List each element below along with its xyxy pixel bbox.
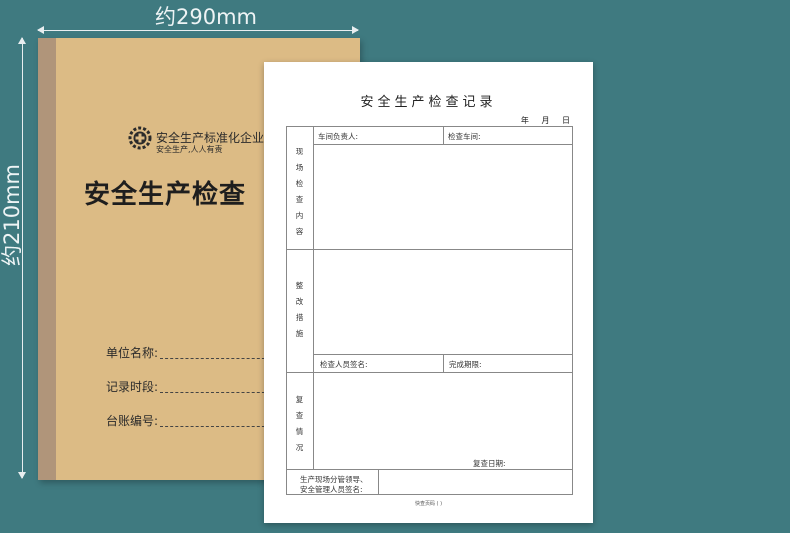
inspection-content-label: 现场检查内容 (295, 147, 304, 236)
cover-field-line (160, 358, 270, 359)
table-divider (443, 354, 444, 372)
workshop-label: 检查车间: (448, 132, 481, 141)
inspector-sign-label: 检查人员签名: (320, 360, 368, 369)
sheet-footer: 快查页码 ( ) (414, 501, 443, 507)
cover-field-ledger-number: 台账编号: (106, 414, 159, 428)
book-spine (38, 38, 56, 480)
table-divider (378, 469, 379, 495)
cover-field-line (160, 392, 270, 393)
width-dimension-label: 约290mm (155, 5, 257, 29)
supervisor-label: 车间负责人: (318, 132, 359, 141)
height-dimension-label: 约210mm (0, 164, 24, 266)
table-border-top (286, 126, 573, 127)
recheck-label: 复查情况 (295, 395, 304, 452)
table-divider-vertical (313, 126, 314, 470)
sheet-title: 安全生产检查记录 (360, 95, 497, 110)
cover-field-record-period: 记录时段: (106, 380, 159, 394)
cover-slogan: 安全生产,人人有责 (156, 145, 223, 154)
safety-cross-logo-icon (128, 126, 152, 150)
cover-field-line (160, 426, 270, 427)
table-divider (286, 372, 573, 373)
cover-title: 安全生产检查 (84, 180, 247, 210)
inspection-record-sheet: 安全生产检查记录 年 月 日 车间负责人: 检查车间: 现场检查内容 整改措施 … (264, 62, 593, 523)
table-border-right (572, 126, 573, 495)
table-divider (286, 469, 573, 470)
sign-label-line2: 安全管理人员签名: (300, 485, 363, 494)
deadline-label: 完成期限: (449, 360, 482, 369)
recheck-date-label: 复查日期: (473, 459, 506, 468)
sheet-date-label: 年 月 日 (520, 116, 575, 125)
table-divider (313, 144, 573, 145)
cover-field-unit-name: 单位名称: (106, 346, 159, 360)
rectification-label: 整改措施 (295, 281, 304, 338)
table-divider (286, 249, 573, 250)
table-divider (443, 126, 444, 144)
